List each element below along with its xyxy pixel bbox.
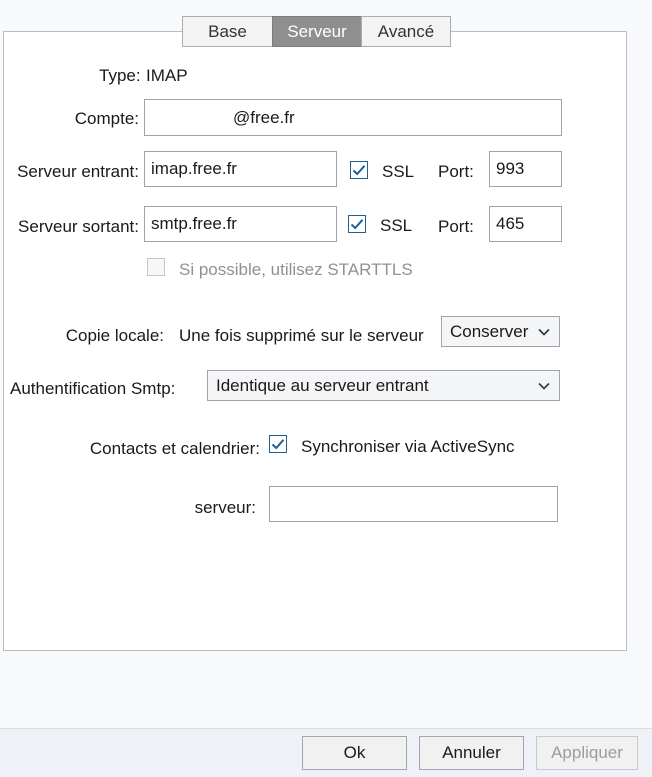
incoming-ssl-label: SSL: [382, 162, 415, 181]
starttls-label: Si possible, utilisez STARTTLS: [179, 260, 413, 279]
outgoing-port-label: Port:: [438, 217, 474, 236]
smtp-auth-selected: Identique au serveur entrant: [216, 375, 429, 395]
incoming-ssl-checkbox[interactable]: [350, 161, 368, 179]
outgoing-ssl-label: SSL: [380, 216, 413, 235]
tab-base[interactable]: Base: [182, 16, 273, 47]
checkmark-icon: [271, 439, 285, 450]
outgoing-server-field[interactable]: smtp.free.fr: [144, 206, 337, 242]
account-settings-dialog: Base Serveur Avancé Type: IMAP Compte: @…: [0, 0, 652, 777]
tab-avance[interactable]: Avancé: [361, 16, 451, 47]
local-copy-selected: Conserver: [450, 321, 529, 341]
outgoing-server-label: Serveur sortant:: [18, 217, 139, 236]
activesync-server-label: serveur:: [194, 498, 256, 517]
starttls-checkbox[interactable]: [147, 258, 165, 276]
incoming-port-field[interactable]: 993: [489, 151, 562, 187]
activesync-checkbox[interactable]: [269, 435, 287, 453]
tab-bar: Base Serveur Avancé: [182, 16, 451, 49]
local-copy-label: Copie locale:: [65, 326, 164, 345]
chevron-down-icon: [538, 382, 550, 390]
ok-button[interactable]: Ok: [302, 736, 407, 770]
incoming-port-label: Port:: [438, 162, 474, 181]
outgoing-ssl-checkbox[interactable]: [348, 215, 366, 233]
apply-button[interactable]: Appliquer: [536, 736, 638, 770]
smtp-auth-select[interactable]: Identique au serveur entrant: [207, 370, 560, 401]
smtp-auth-label: Authentification Smtp:: [10, 379, 176, 398]
tab-serveur[interactable]: Serveur: [272, 16, 362, 47]
account-label: Compte:: [74, 109, 139, 128]
incoming-server-field[interactable]: imap.free.fr: [144, 151, 337, 187]
cancel-button[interactable]: Annuler: [419, 736, 524, 770]
local-copy-select[interactable]: Conserver: [441, 316, 560, 347]
local-copy-description: Une fois supprimé sur le serveur: [179, 326, 424, 345]
chevron-down-icon: [538, 328, 550, 336]
contacts-label: Contacts et calendrier:: [89, 439, 260, 458]
checkmark-icon: [352, 165, 366, 176]
activesync-label: Synchroniser via ActiveSync: [301, 437, 515, 456]
outgoing-port-field[interactable]: 465: [489, 206, 562, 242]
type-value: IMAP: [146, 66, 188, 85]
account-field[interactable]: @free.fr: [144, 99, 562, 136]
checkmark-icon: [350, 219, 364, 230]
activesync-server-field[interactable]: [269, 486, 558, 522]
incoming-server-label: Serveur entrant:: [17, 162, 139, 181]
type-label: Type:: [99, 66, 141, 85]
